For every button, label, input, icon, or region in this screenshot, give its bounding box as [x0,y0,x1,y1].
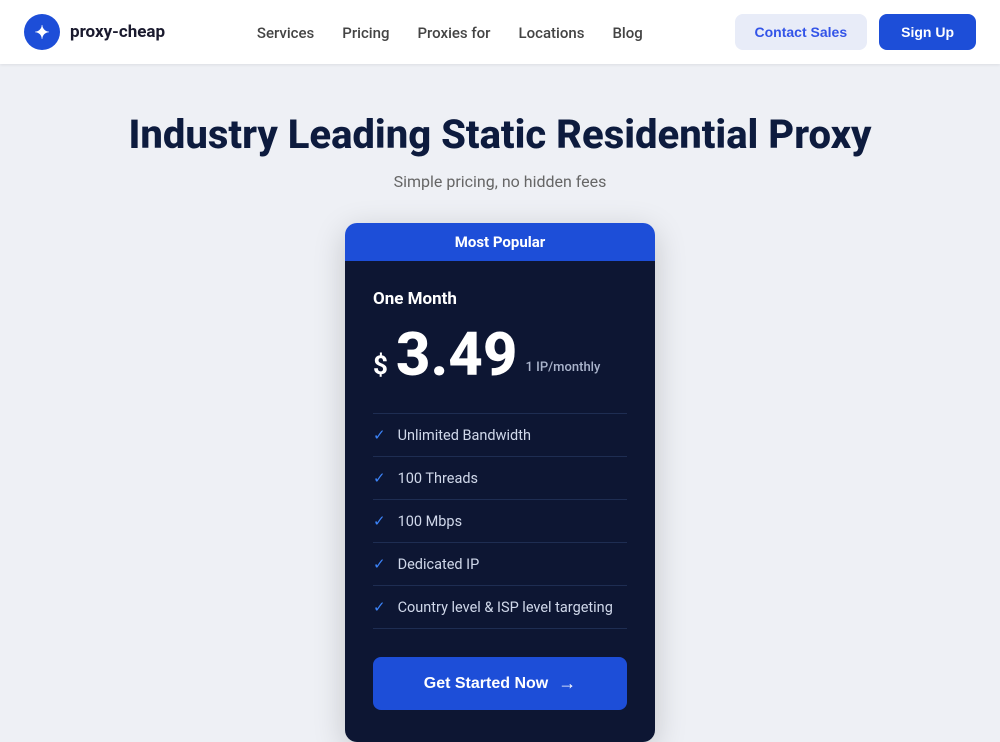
feature-unlimited-bandwidth: ✓ Unlimited Bandwidth [373,414,627,457]
price-symbol: $ [373,353,388,379]
feature-100-threads: ✓ 100 Threads [373,457,627,500]
most-popular-badge: Most Popular [345,223,655,261]
nav-actions: Contact Sales Sign Up [735,14,976,50]
feature-label-2: 100 Threads [398,470,478,487]
pricing-card: Most Popular One Month $ 3.49 1 IP/month… [345,223,655,742]
nav-services[interactable]: Services [257,24,314,42]
cta-label: Get Started Now [424,675,548,693]
features-list: ✓ Unlimited Bandwidth ✓ 100 Threads ✓ 10… [373,413,627,629]
hero-title-bold: Static Residential Proxy [441,111,871,158]
hero-section: Industry Leading Static Residential Prox… [0,64,1000,191]
check-icon-4: ✓ [373,555,386,573]
navbar: ✦ proxy-cheap Services Pricing Proxies f… [0,0,1000,64]
check-icon-3: ✓ [373,512,386,530]
logo-text: proxy-cheap [70,22,165,42]
price-row: $ 3.49 1 IP/monthly [373,325,627,385]
nav-blog[interactable]: Blog [612,24,642,42]
svg-text:✦: ✦ [34,23,49,44]
hero-title: Industry Leading Static Residential Prox… [20,112,980,158]
nav-pricing[interactable]: Pricing [342,24,389,42]
card-body: One Month $ 3.49 1 IP/monthly ✓ Unlimite… [345,261,655,742]
price-amount: 3.49 [396,325,518,385]
nav-proxies-for[interactable]: Proxies for [417,24,490,42]
nav-links: Services Pricing Proxies for Locations B… [257,23,643,42]
contact-sales-button[interactable]: Contact Sales [735,14,868,50]
feature-label-3: 100 Mbps [398,513,462,530]
arrow-icon: → [558,673,576,694]
feature-label-1: Unlimited Bandwidth [398,427,531,444]
feature-100-mbps: ✓ 100 Mbps [373,500,627,543]
feature-country-isp-targeting: ✓ Country level & ISP level targeting [373,586,627,629]
hero-subtitle: Simple pricing, no hidden fees [20,172,980,191]
pricing-section: Most Popular One Month $ 3.49 1 IP/month… [0,191,1000,742]
feature-label-5: Country level & ISP level targeting [398,599,613,616]
feature-dedicated-ip: ✓ Dedicated IP [373,543,627,586]
logo-icon: ✦ [24,14,60,50]
sign-up-button[interactable]: Sign Up [879,14,976,50]
hero-title-plain: Industry Leading [129,111,442,158]
check-icon-1: ✓ [373,426,386,444]
logo-link[interactable]: ✦ proxy-cheap [24,14,165,50]
price-period: 1 IP/monthly [526,360,601,377]
get-started-button[interactable]: Get Started Now → [373,657,627,710]
check-icon-2: ✓ [373,469,386,487]
plan-name: One Month [373,289,627,309]
check-icon-5: ✓ [373,598,386,616]
feature-label-4: Dedicated IP [398,556,480,573]
nav-locations[interactable]: Locations [519,24,585,42]
